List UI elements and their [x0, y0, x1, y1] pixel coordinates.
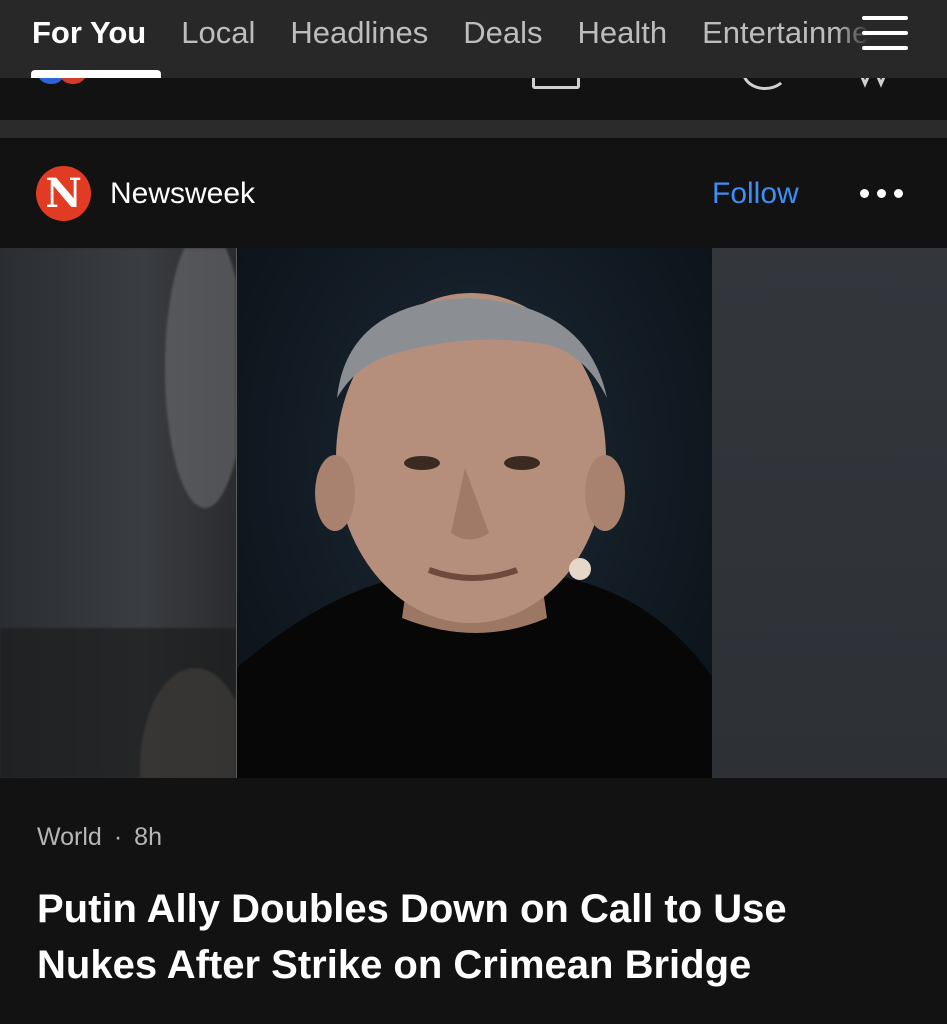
publisher-header: N Newsweek Follow — [0, 138, 947, 248]
tab-deals[interactable]: Deals — [463, 12, 542, 54]
article-meta: World · 8h — [37, 821, 162, 853]
article-headline[interactable]: Putin Ally Doubles Down on Call to Use N… — [37, 881, 917, 993]
active-tab-indicator — [31, 70, 161, 78]
tab-headlines[interactable]: Headlines — [290, 12, 428, 54]
article-category[interactable]: World — [37, 823, 102, 851]
article-image[interactable] — [0, 248, 947, 778]
comment-icon[interactable] — [742, 78, 788, 90]
meta-separator: · — [113, 823, 123, 851]
share-icon[interactable] — [855, 78, 895, 90]
image-blur-right — [712, 248, 947, 778]
tab-health[interactable]: Health — [578, 12, 668, 54]
logo-letter: N — [45, 169, 82, 217]
article-content: World · 8h Putin Ally Doubles Down on Call… — [0, 778, 947, 1024]
category-tabs: For You Local Headlines Deals Health Ent… — [32, 12, 930, 54]
more-options-icon[interactable] — [856, 180, 908, 208]
image-blur-left — [0, 248, 250, 778]
publisher-name[interactable]: Newsweek — [110, 174, 255, 214]
tab-for-you[interactable]: For You — [32, 12, 146, 54]
publisher-logo-icon — [38, 78, 98, 84]
tab-local[interactable]: Local — [181, 12, 255, 54]
save-icon[interactable] — [532, 78, 580, 89]
card-separator — [0, 120, 947, 138]
previous-card-footer — [0, 78, 947, 120]
follow-button[interactable]: Follow — [712, 174, 799, 214]
portrait-photo — [236, 248, 714, 778]
hamburger-menu-icon[interactable] — [862, 14, 908, 52]
article-age: 8h — [134, 823, 162, 851]
newsweek-logo-icon[interactable]: N — [36, 166, 91, 221]
top-navigation-bar: For You Local Headlines Deals Health Ent… — [0, 0, 947, 78]
